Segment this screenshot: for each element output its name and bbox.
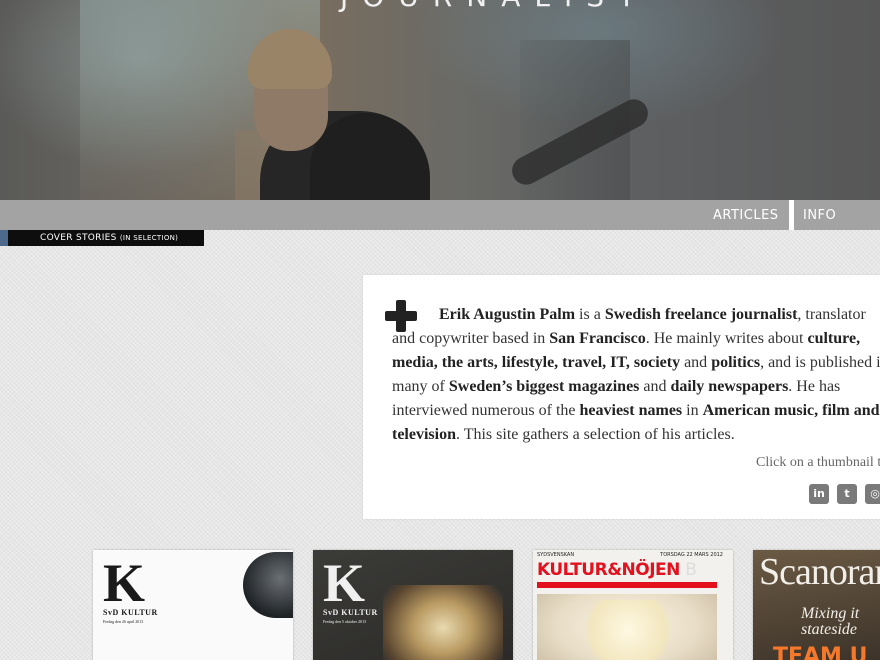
thumb-masthead: KULTUR&NÖJEN B: [537, 560, 697, 580]
nav-separator: [789, 200, 794, 230]
thumb-section-letter: B: [685, 560, 697, 580]
cover-thumbnail-scanorama[interactable]: Scanorama Mixing itstateside TEAM U: [753, 550, 880, 660]
thumb-k-logo: K: [323, 553, 366, 613]
cover-stories-text: COVER STORIES: [40, 233, 117, 243]
thumb-publication: SvD KULTUR: [323, 608, 378, 617]
intro-text-8: in: [682, 402, 703, 419]
intro-heaviest-names: heaviest names: [579, 402, 683, 419]
intro-paragraph: Erik Augustin Palm is a Swedish freelanc…: [392, 303, 880, 447]
instagram-icon[interactable]: ◎: [865, 484, 880, 504]
thumb-headline-1: Mixing it: [801, 605, 860, 622]
social-links: in t ◎: [809, 484, 880, 504]
intro-text-6: and: [639, 378, 671, 395]
intro-text-4: and: [680, 354, 712, 371]
thumb-publication: SvD KULTUR: [103, 608, 158, 617]
thumb-k-logo: K: [103, 553, 146, 613]
cover-thumbnail-svd-kultur-1[interactable]: K SvD KULTUR Fredag den 26 april 2013: [93, 550, 293, 660]
hero-portrait-person: [240, 25, 440, 200]
linkedin-icon[interactable]: in: [809, 484, 829, 504]
hero-person-hood: [310, 113, 430, 200]
wine-glass-image: [243, 552, 293, 618]
thumb-date: Fredag den 5 oktober 2013: [323, 619, 367, 624]
intro-text-9: . This site gathers a selection of his a…: [456, 426, 735, 443]
site-title[interactable]: JOURNALIST: [340, 0, 700, 13]
intro-name: Erik Augustin Palm: [439, 306, 576, 323]
intro-magazines: Sweden’s biggest magazines: [448, 378, 640, 395]
thumb-team-text: TEAM U: [773, 644, 868, 660]
cover-thumbnail-svd-kultur-2[interactable]: K SvD KULTUR Fredag den 5 oktober 2013: [313, 550, 513, 660]
intro-city: San Francisco: [549, 330, 646, 347]
hero-person-hair: [248, 29, 332, 89]
twitter-icon[interactable]: t: [837, 484, 857, 504]
thumb-blonde-hair-image: [573, 600, 683, 660]
hero-banner: JOURNALIST: [0, 0, 880, 200]
cover-stories-label: COVER STORIES (IN SELECTION): [0, 230, 204, 246]
main-nav-bar: ARTICLES INFO: [0, 200, 880, 230]
nav-info-link[interactable]: INFO: [803, 200, 836, 230]
intro-topics-politics: politics: [711, 354, 761, 371]
thumb-headline: Mixing it stateside: [801, 606, 859, 638]
thumb-date: Fredag den 26 april 2013: [103, 619, 144, 624]
nav-articles-link[interactable]: ARTICLES: [713, 200, 779, 230]
thumb-masthead: Scanorama: [759, 551, 880, 593]
painted-portrait-image: [383, 585, 503, 660]
intro-card: Erik Augustin Palm is a Swedish freelanc…: [363, 275, 880, 519]
intro-text-3: . He mainly writes about: [645, 330, 808, 347]
intro-newspapers: daily newspapers: [670, 378, 789, 395]
click-thumbnail-hint: Click on a thumbnail to read: [756, 455, 880, 470]
thumb-headline-2: stateside: [801, 621, 857, 638]
cover-stories-subtext: (IN SELECTION): [119, 234, 179, 242]
thumb-publisher: SYDSVENSKAN: [537, 552, 575, 558]
thumb-date: TORSDAG 22 MARS 2012: [660, 552, 723, 558]
thumb-masthead-text: KULTUR&NÖJEN: [537, 560, 680, 580]
intro-text-1: is a: [575, 306, 605, 323]
cover-thumbnail-kultur-nojen[interactable]: SYDSVENSKAN TORSDAG 22 MARS 2012 KULTUR&…: [533, 550, 733, 660]
thumb-red-rule: [537, 582, 717, 588]
intro-role: Swedish freelance journalist: [604, 306, 798, 323]
